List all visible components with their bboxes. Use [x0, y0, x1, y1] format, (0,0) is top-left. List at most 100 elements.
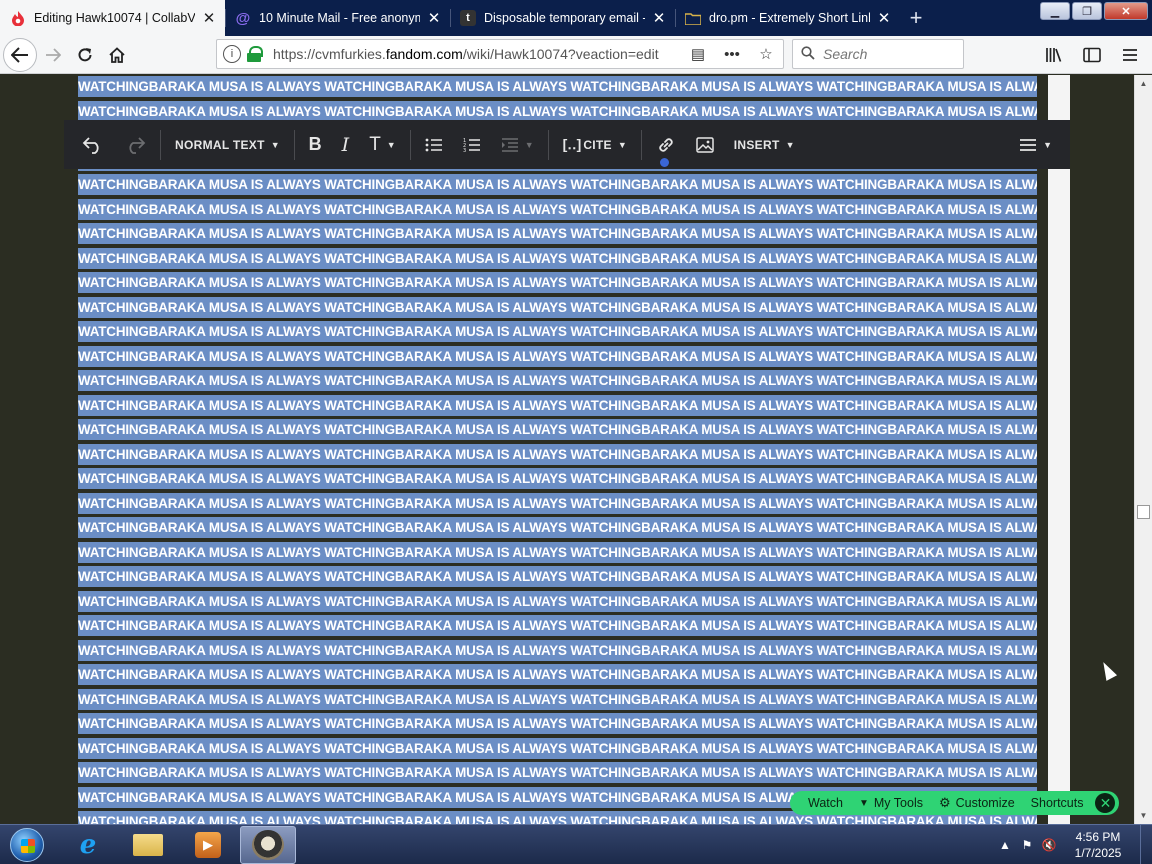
tab-editing-hawk[interactable]: Editing Hawk10074 | CollabVM ✕ [0, 0, 225, 36]
text-line[interactable]: WATCHINGBARAKA MUSA IS ALWAYS WATCHINGBA… [78, 639, 1037, 664]
customize-button[interactable]: ⚙ Customize [931, 795, 1023, 811]
show-hidden-icons-icon[interactable]: ▲ [994, 838, 1016, 852]
close-tab-icon[interactable]: ✕ [876, 10, 892, 27]
scroll-down-icon[interactable]: ▼ [1135, 807, 1152, 824]
selected-text: WATCHINGBARAKA MUSA IS ALWAYS WATCHINGBA… [78, 716, 1037, 731]
selected-text: WATCHINGBARAKA MUSA IS ALWAYS WATCHINGBA… [78, 544, 1037, 560]
text-line[interactable]: WATCHINGBARAKA MUSA IS ALWAYS WATCHINGBA… [78, 663, 1037, 688]
page-options-menu[interactable]: ▼ [1009, 120, 1062, 169]
network-muted-icon[interactable]: 🔇 [1038, 838, 1060, 852]
text-line[interactable]: WATCHINGBARAKA MUSA IS ALWAYS WATCHINGBA… [78, 443, 1037, 468]
text-line[interactable]: WATCHINGBARAKA MUSA IS ALWAYS WATCHINGBA… [78, 296, 1037, 321]
redo-button[interactable] [114, 120, 156, 169]
page-actions-icon[interactable]: ••• [721, 46, 743, 63]
selected-text: WATCHINGBARAKA MUSA IS ALWAYS WATCHINGBA… [78, 201, 1037, 217]
numbered-list-button[interactable]: 123 [453, 120, 491, 169]
bookmark-star-icon[interactable]: ☆ [755, 45, 777, 63]
text-line[interactable]: WATCHINGBARAKA MUSA IS ALWAYS WATCHINGBA… [78, 712, 1037, 737]
url-bar[interactable]: i https://cvmfurkies.fandom.com/wiki/Haw… [216, 39, 784, 69]
paragraph-format-dropdown[interactable]: NORMAL TEXT ▼ [165, 120, 290, 169]
page-scrollbar[interactable]: ▲ ▼ [1134, 75, 1152, 824]
text-line[interactable]: WATCHINGBARAKA MUSA IS ALWAYS WATCHINGBA… [78, 173, 1037, 198]
visual-editor-toolbar: NORMAL TEXT ▼ B I T ▼ 123 ▼ [‥] CITE ▼ I… [64, 120, 1070, 169]
close-tab-icon[interactable]: ✕ [426, 10, 442, 27]
text-line[interactable]: WATCHINGBARAKA MUSA IS ALWAYS WATCHINGBA… [78, 541, 1037, 566]
text-line[interactable]: WATCHINGBARAKA MUSA IS ALWAYS WATCHINGBA… [78, 222, 1037, 247]
insert-image-button[interactable] [686, 120, 724, 169]
text-line[interactable]: WATCHINGBARAKA MUSA IS ALWAYS WATCHINGBA… [78, 247, 1037, 272]
editor-content[interactable]: WATCHINGBARAKA MUSA IS ALWAYS WATCHINGBA… [78, 75, 1037, 824]
maximize-button[interactable]: ❐ [1072, 2, 1102, 20]
selected-text: WATCHINGBARAKA MUSA IS ALWAYS WATCHINGBA… [78, 471, 1037, 486]
bullet-list-button[interactable] [415, 120, 453, 169]
site-info-icon[interactable]: i [223, 45, 241, 63]
new-tab-button[interactable]: + [900, 0, 932, 36]
text-line[interactable]: WATCHINGBARAKA MUSA IS ALWAYS WATCHINGBA… [78, 565, 1037, 590]
action-center-flag-icon[interactable]: ⚑ [1016, 838, 1038, 852]
close-icon[interactable]: ✕ [1095, 793, 1116, 813]
text-line[interactable]: WATCHINGBARAKA MUSA IS ALWAYS WATCHINGBA… [78, 614, 1037, 639]
show-desktop-button[interactable] [1140, 825, 1152, 864]
url-text[interactable]: https://cvmfurkies.fandom.com/wiki/Hawk1… [273, 46, 675, 62]
text-line[interactable]: WATCHINGBARAKA MUSA IS ALWAYS WATCHINGBA… [78, 394, 1037, 419]
selected-text: WATCHINGBARAKA MUSA IS ALWAYS WATCHINGBA… [78, 618, 1037, 633]
start-button[interactable] [6, 826, 48, 864]
taskbar-browser[interactable] [240, 825, 296, 864]
tab-disposable-email[interactable]: t Disposable temporary email - T ✕ [450, 0, 675, 36]
reload-button[interactable] [69, 39, 101, 71]
undo-button[interactable] [72, 120, 114, 169]
paragraph-format-label: NORMAL TEXT [175, 137, 265, 152]
image-icon [696, 136, 714, 153]
scroll-thumb[interactable] [1137, 505, 1150, 519]
text-line[interactable]: WATCHINGBARAKA MUSA IS ALWAYS WATCHINGBA… [78, 467, 1037, 492]
folder-link-icon [685, 10, 701, 26]
text-line[interactable]: WATCHINGBARAKA MUSA IS ALWAYS WATCHINGBA… [78, 418, 1037, 443]
indent-dropdown[interactable]: ▼ [491, 120, 544, 169]
watch-button[interactable]: Watch [800, 796, 851, 810]
close-window-button[interactable]: ✕ [1104, 2, 1148, 20]
search-input[interactable] [823, 46, 953, 62]
internet-explorer-icon: e [79, 829, 97, 860]
clock[interactable]: 4:56 PM 1/7/2025 [1060, 829, 1136, 861]
close-tab-icon[interactable]: ✕ [201, 10, 217, 27]
text-line[interactable]: WATCHINGBARAKA MUSA IS ALWAYS WATCHINGBA… [78, 761, 1037, 786]
text-line[interactable]: WATCHINGBARAKA MUSA IS ALWAYS WATCHINGBA… [78, 516, 1037, 541]
minimize-button[interactable]: ▁ [1040, 2, 1070, 20]
text-line[interactable]: WATCHINGBARAKA MUSA IS ALWAYS WATCHINGBA… [78, 688, 1037, 713]
taskbar-internet-explorer[interactable]: e [60, 826, 116, 864]
text-line[interactable]: WATCHINGBARAKA MUSA IS ALWAYS WATCHINGBA… [78, 345, 1037, 370]
shortcuts-button[interactable]: Shortcuts [1023, 796, 1092, 810]
text-line[interactable]: WATCHINGBARAKA MUSA IS ALWAYS WATCHINGBA… [78, 369, 1037, 394]
cite-dropdown[interactable]: [‥] CITE ▼ [553, 120, 637, 169]
scroll-up-icon[interactable]: ▲ [1135, 75, 1152, 92]
sidebar-toggle-icon[interactable] [1076, 39, 1108, 71]
bold-button[interactable]: B [299, 120, 332, 169]
windows-logo-icon [10, 827, 44, 862]
text-line[interactable]: WATCHINGBARAKA MUSA IS ALWAYS WATCHINGBA… [78, 271, 1037, 296]
hamburger-menu-icon[interactable] [1114, 39, 1146, 71]
search-bar[interactable] [792, 39, 964, 69]
insert-dropdown[interactable]: INSERT ▼ [724, 120, 805, 169]
reader-view-icon[interactable]: ▤ [687, 45, 709, 63]
text-style-dropdown[interactable]: T ▼ [359, 120, 406, 169]
text-line[interactable]: WATCHINGBARAKA MUSA IS ALWAYS WATCHINGBA… [78, 75, 1037, 100]
tab-10-minute-mail[interactable]: @ 10 Minute Mail - Free anonymous ✕ [225, 0, 450, 36]
selected-text: WATCHINGBARAKA MUSA IS ALWAYS WATCHINGBA… [78, 446, 1037, 462]
text-line[interactable]: WATCHINGBARAKA MUSA IS ALWAYS WATCHINGBA… [78, 492, 1037, 517]
close-tab-icon[interactable]: ✕ [651, 10, 667, 27]
home-button[interactable] [101, 39, 133, 71]
text-line[interactable]: WATCHINGBARAKA MUSA IS ALWAYS WATCHINGBA… [78, 198, 1037, 223]
library-icon[interactable] [1038, 39, 1070, 71]
link-icon [659, 137, 673, 152]
window-controls: ▁ ❐ ✕ [1040, 2, 1148, 20]
text-line[interactable]: WATCHINGBARAKA MUSA IS ALWAYS WATCHINGBA… [78, 320, 1037, 345]
my-tools-button[interactable]: ▼ My Tools [851, 796, 931, 810]
forward-button[interactable] [37, 39, 69, 71]
text-line[interactable]: WATCHINGBARAKA MUSA IS ALWAYS WATCHINGBA… [78, 590, 1037, 615]
taskbar-file-explorer[interactable] [120, 826, 176, 864]
back-button[interactable] [3, 37, 37, 72]
taskbar-media-player[interactable]: ▶ [180, 826, 236, 864]
italic-button[interactable]: I [332, 120, 360, 169]
text-line[interactable]: WATCHINGBARAKA MUSA IS ALWAYS WATCHINGBA… [78, 737, 1037, 762]
tab-dro-pm[interactable]: dro.pm - Extremely Short Links ✕ [675, 0, 900, 36]
